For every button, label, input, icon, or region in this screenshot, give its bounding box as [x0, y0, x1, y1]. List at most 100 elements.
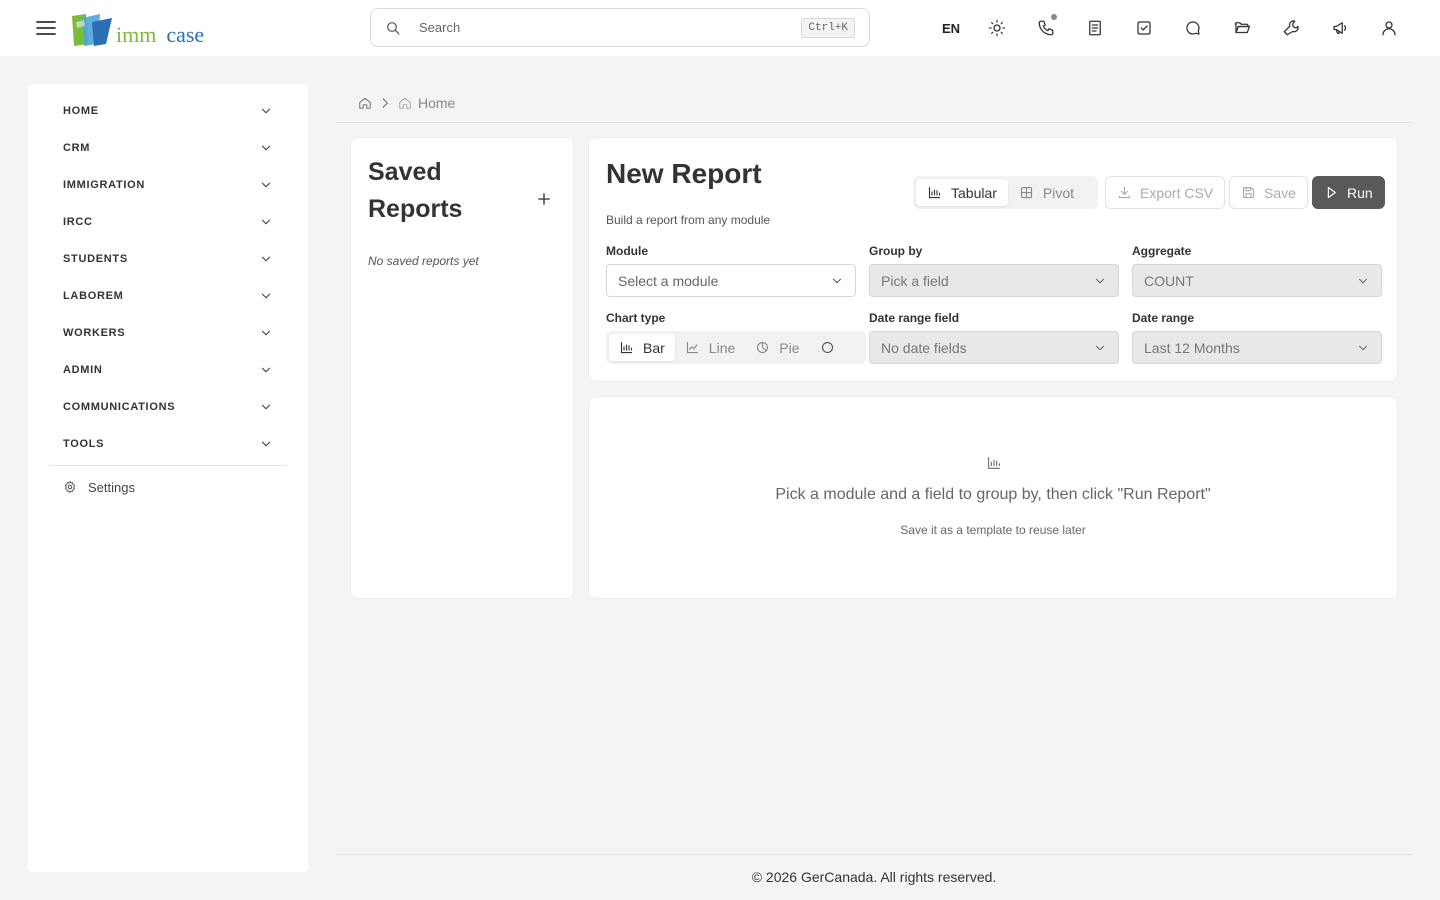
date-range-select[interactable]: Last 12 Months — [1132, 331, 1382, 364]
chart-type-pie[interactable]: Pie — [745, 334, 809, 361]
phone-icon — [1038, 20, 1053, 36]
sidebar-item-communications[interactable]: COMMUNICATIONS — [49, 388, 287, 425]
chart-type-bar[interactable]: Bar — [609, 334, 675, 361]
sidebar-item-tools[interactable]: TOOLS — [49, 425, 287, 462]
chart-type-pie-label: Pie — [779, 339, 800, 356]
run-label: Run — [1347, 184, 1373, 201]
wrench-icon — [1283, 20, 1299, 36]
save-button[interactable]: Save — [1229, 176, 1308, 209]
line-chart-icon — [686, 341, 698, 354]
sun-icon — [988, 19, 1005, 37]
calls-button[interactable] — [1021, 14, 1070, 42]
saved-reports-empty: No saved reports yet — [368, 254, 479, 268]
sidebar-item-ircc[interactable]: IRCC — [49, 203, 287, 240]
sidebar-nav: HOME CRM IMMIGRATION IRCC STUDENTS LABOR… — [49, 92, 287, 508]
sidebar-item-immigration[interactable]: IMMIGRATION — [49, 166, 287, 203]
sidebar-item-label: TOOLS — [63, 437, 105, 450]
group-by-select-value: Pick a field — [881, 272, 949, 289]
logo-imm: imm — [116, 22, 157, 47]
group-by-label: Group by — [869, 244, 923, 258]
saved-reports-title: Saved Reports — [368, 158, 463, 223]
tasks-icon — [1136, 21, 1151, 35]
group-by-select[interactable]: Pick a field — [869, 264, 1119, 297]
tab-tabular[interactable]: Tabular — [916, 179, 1008, 206]
tools-button[interactable] — [1266, 14, 1315, 42]
bar-chart-icon — [988, 457, 1000, 469]
add-report-button[interactable] — [534, 189, 554, 209]
date-range-value: Last 12 Months — [1144, 339, 1240, 356]
tab-pivot[interactable]: Pivot — [1008, 179, 1085, 206]
sidebar-item-students[interactable]: STUDENTS — [49, 240, 287, 277]
search-box[interactable]: Ctrl+K — [370, 8, 870, 47]
saved-reports-panel: Saved Reports No saved reports yet — [350, 137, 574, 599]
footer-divider — [336, 854, 1412, 855]
chevron-down-icon — [261, 108, 271, 113]
chart-type-donut[interactable] — [810, 334, 854, 361]
chat-button[interactable] — [1168, 14, 1217, 42]
sidebar-item-admin[interactable]: ADMIN — [49, 351, 287, 388]
sidebar-item-home[interactable]: HOME — [49, 92, 287, 129]
user-icon — [1381, 21, 1396, 36]
sidebar-item-workers[interactable]: WORKERS — [49, 314, 287, 351]
date-range-field-value: No date fields — [881, 339, 967, 356]
home-icon — [399, 97, 411, 109]
notes-button[interactable] — [1070, 14, 1119, 42]
breadcrumb-divider — [336, 122, 1412, 123]
play-icon — [1327, 186, 1336, 199]
profile-button[interactable] — [1364, 14, 1413, 42]
top-actions: EN — [930, 14, 1413, 42]
sidebar-item-label: HOME — [63, 104, 99, 117]
sidebar-item-settings[interactable]: Settings — [49, 466, 287, 508]
sidebar-item-crm[interactable]: CRM — [49, 129, 287, 166]
page-title: New Report — [606, 158, 762, 189]
date-range-label: Date range — [1132, 311, 1195, 325]
date-range-field-select[interactable]: No date fields — [869, 331, 1119, 364]
tab-tabular-label: Tabular — [951, 184, 997, 201]
chevron-down-icon — [261, 219, 271, 224]
tasks-button[interactable] — [1119, 14, 1168, 42]
sidebar-item-label: COMMUNICATIONS — [63, 400, 176, 413]
chart-type-toggle: Bar Line Pie — [606, 331, 866, 364]
chevron-down-icon — [261, 145, 271, 150]
sidebar-item-label: LABOREM — [63, 289, 124, 302]
home-icon[interactable] — [358, 96, 372, 110]
grid-icon — [1020, 186, 1032, 199]
sidebar-item-label: STUDENTS — [63, 252, 128, 265]
empty-state-message: Pick a module and a field to group by, t… — [775, 486, 1211, 503]
export-csv-button[interactable]: Export CSV — [1105, 176, 1226, 209]
report-results-panel: Pick a module and a field to group by, t… — [588, 396, 1398, 599]
logo-case: case — [166, 22, 205, 47]
save-icon — [1242, 186, 1255, 199]
view-toggle: Tabular Pivot — [913, 176, 1098, 209]
run-button[interactable]: Run — [1312, 176, 1385, 209]
announcements-button[interactable] — [1315, 14, 1364, 42]
aggregate-select[interactable]: COUNT — [1132, 264, 1382, 297]
chart-type-line-label: Line — [708, 339, 736, 356]
theme-toggle[interactable] — [972, 14, 1021, 42]
aggregate-label: Aggregate — [1132, 244, 1192, 258]
report-builder-panel: New Report Build a report from any modul… — [588, 137, 1398, 382]
sidebar-item-label: WORKERS — [63, 326, 126, 339]
search-icon — [387, 21, 400, 35]
menu-icon[interactable] — [34, 16, 58, 40]
export-csv-label: Export CSV — [1140, 184, 1214, 201]
language-switcher[interactable]: EN — [930, 14, 972, 42]
sidebar-item-label: IRCC — [63, 215, 93, 228]
page-subtitle: Build a report from any module — [606, 213, 771, 227]
documents-button[interactable] — [1217, 14, 1266, 42]
sidebar-item-laborem[interactable]: LABOREM — [49, 277, 287, 314]
app-logo[interactable]: imm case — [70, 10, 204, 48]
chevron-down-icon — [832, 278, 842, 283]
chart-type-line[interactable]: Line — [675, 334, 745, 361]
breadcrumb-current: Home — [418, 95, 456, 111]
chevron-down-icon — [1095, 345, 1105, 350]
chart-type-label: Chart type — [606, 311, 666, 325]
gear-icon — [64, 480, 76, 494]
breadcrumb: Home — [358, 94, 455, 112]
date-range-field-label: Date range field — [869, 311, 960, 325]
search-input[interactable] — [419, 20, 802, 35]
module-select[interactable]: Select a module — [606, 264, 856, 297]
sidebar-item-label: ADMIN — [63, 363, 103, 376]
chevron-down-icon — [261, 367, 271, 372]
folder-icon — [1234, 22, 1250, 34]
